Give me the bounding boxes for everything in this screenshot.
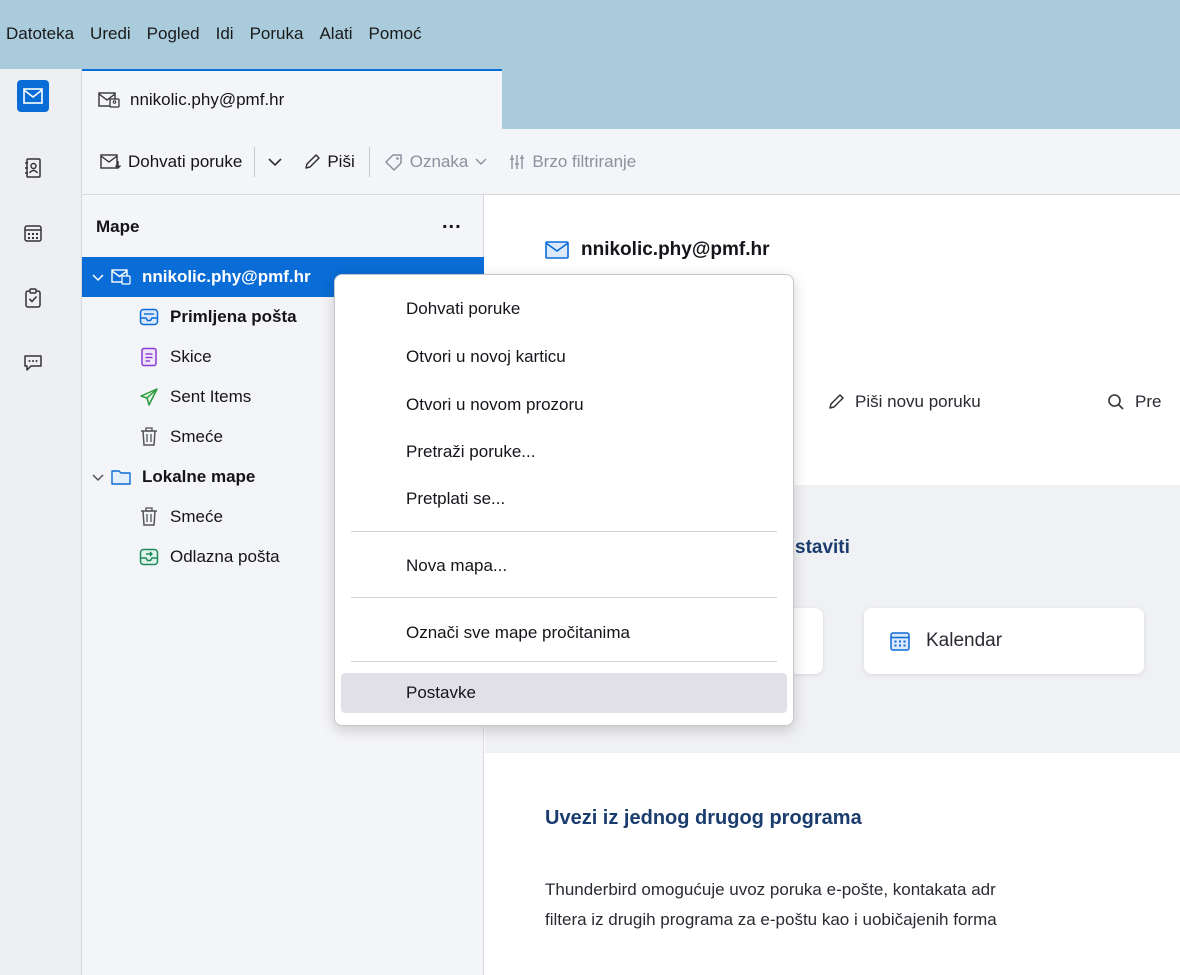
get-messages-button[interactable]: Dohvati poruke	[96, 144, 246, 180]
search-icon	[1108, 394, 1124, 410]
import-title: Uvezi iz jednog drugog programa	[545, 807, 862, 829]
account-header: nnikolic.phy@pmf.hr	[545, 239, 769, 261]
calendar-card-label: Kalendar	[926, 630, 1003, 651]
menu-uredi[interactable]: Uredi	[82, 24, 139, 44]
menu-datoteka[interactable]: Datoteka	[6, 24, 82, 44]
folder-label: Smeće	[170, 427, 223, 446]
toolbar-separator	[368, 146, 370, 177]
tag-label: Oznaka	[409, 151, 469, 171]
account-icon	[110, 266, 132, 288]
tab-strip: nnikolic.phy@pmf.hr	[82, 69, 1180, 129]
ctx-open-new-window[interactable]: Otvori u novom prozoru	[341, 385, 787, 425]
ctx-new-folder[interactable]: Nova mapa...	[341, 546, 787, 586]
import-line: filtera iz drugih programa za e-poštu ka…	[545, 910, 997, 929]
menu-pomoc[interactable]: Pomoć	[361, 24, 430, 44]
folder-label: Primljena pošta	[170, 307, 297, 326]
ctx-label: Označi sve mape pročitanima	[406, 623, 630, 642]
ctx-label: Pretraži poruke...	[406, 442, 536, 461]
trash-icon	[138, 426, 160, 448]
menu-pogled[interactable]: Pogled	[139, 24, 208, 44]
calendar-space-button[interactable]	[17, 217, 49, 249]
quick-filter-label: Brzo filtriranje	[532, 151, 637, 171]
get-messages-dropdown[interactable]	[263, 144, 287, 180]
get-messages-label: Dohvati poruke	[128, 151, 243, 171]
ctx-label: Otvori u novom prozoru	[406, 395, 584, 414]
ctx-separator	[351, 597, 777, 598]
trash-icon	[138, 506, 160, 528]
quick-filter-button[interactable]: Brzo filtriranje	[504, 144, 640, 180]
spaces-toolbar	[0, 69, 82, 975]
chat-space-button[interactable]	[17, 347, 49, 379]
write-button[interactable]: Piši	[299, 144, 358, 180]
outbox-icon	[138, 546, 160, 568]
chevron-down-icon	[475, 158, 487, 165]
folder-pane-more-button[interactable]: ...	[442, 211, 462, 234]
inbox-icon	[138, 306, 160, 328]
ctx-label: Otvori u novoj karticu	[406, 347, 566, 366]
chevron-down-icon[interactable]	[90, 469, 106, 485]
toolbar-separator	[254, 146, 256, 177]
search-messages-button[interactable]: Pre	[1107, 392, 1161, 412]
calendar-icon	[890, 632, 910, 651]
menubar: Datoteka Uredi Pogled Idi Poruka Alati P…	[0, 0, 1180, 69]
get-messages-icon	[100, 153, 121, 169]
tag-icon	[385, 153, 402, 171]
ctx-subscribe[interactable]: Pretplati se...	[341, 479, 787, 519]
tag-button[interactable]: Oznaka	[380, 144, 493, 180]
tasks-icon	[25, 288, 41, 308]
calendar-card[interactable]: Kalendar	[864, 608, 1144, 674]
tab-title: nnikolic.phy@pmf.hr	[130, 90, 285, 109]
local-folders-label: Lokalne mape	[142, 467, 256, 486]
folder-context-menu: Dohvati poruke Otvori u novoj karticu Ot…	[334, 274, 794, 726]
write-new-message-button[interactable]: Piši novu poruku	[827, 392, 981, 412]
import-description: Thunderbird omogućuje uvoz poruka e-pošt…	[545, 875, 1180, 935]
write-new-label: Piši novu poruku	[855, 392, 981, 411]
folder-label: Odlazna pošta	[170, 547, 280, 566]
setup-title: staviti	[795, 537, 850, 558]
chevron-down-icon	[268, 157, 282, 166]
drafts-icon	[138, 346, 160, 368]
calendar-icon	[24, 225, 42, 242]
mail-space-button[interactable]	[17, 80, 49, 112]
ctx-mark-all-read[interactable]: Označi sve mape pročitanima	[341, 613, 787, 653]
pencil-icon	[305, 153, 321, 169]
mail-icon	[545, 241, 569, 259]
mail-icon	[23, 88, 43, 104]
folder-label: Smeće	[170, 507, 223, 526]
address-book-space-button[interactable]	[17, 152, 49, 184]
menu-poruka[interactable]: Poruka	[242, 24, 312, 44]
account-mail-icon	[98, 92, 120, 108]
folder-label: Sent Items	[170, 387, 252, 406]
ctx-get-messages[interactable]: Dohvati poruke	[341, 289, 787, 329]
ctx-separator	[351, 661, 777, 662]
ctx-label: Nova mapa...	[406, 556, 508, 575]
folder-icon	[110, 466, 132, 488]
folder-label: Skice	[170, 347, 212, 366]
ctx-label: Pretplati se...	[406, 489, 506, 508]
ctx-settings[interactable]: Postavke	[341, 673, 787, 713]
import-line: Thunderbird omogućuje uvoz poruka e-pošt…	[545, 880, 996, 899]
ctx-search-messages[interactable]: Pretraži poruke...	[341, 432, 787, 472]
tab-account[interactable]: nnikolic.phy@pmf.hr	[82, 69, 502, 129]
chat-icon	[24, 355, 42, 371]
menu-idi[interactable]: Idi	[208, 24, 242, 44]
tasks-space-button[interactable]	[17, 282, 49, 314]
ctx-label: Dohvati poruke	[406, 299, 521, 318]
account-label: nnikolic.phy@pmf.hr	[142, 267, 311, 286]
address-book-icon	[25, 158, 41, 178]
chevron-down-icon[interactable]	[90, 269, 106, 285]
menu-alati[interactable]: Alati	[311, 24, 360, 44]
pencil-icon	[829, 394, 844, 409]
mail-toolbar: Dohvati poruke Piši Oznaka Brzo filtrira…	[82, 129, 1180, 195]
folder-pane-title: Mape	[96, 217, 140, 236]
write-label: Piši	[327, 151, 355, 171]
search-label: Pre	[1135, 392, 1162, 411]
filter-sliders-icon	[510, 154, 525, 169]
ctx-open-new-tab[interactable]: Otvori u novoj karticu	[341, 337, 787, 377]
sent-icon	[138, 386, 160, 408]
ctx-separator	[351, 531, 777, 532]
ctx-label: Postavke	[406, 683, 476, 702]
account-title: nnikolic.phy@pmf.hr	[581, 239, 770, 260]
